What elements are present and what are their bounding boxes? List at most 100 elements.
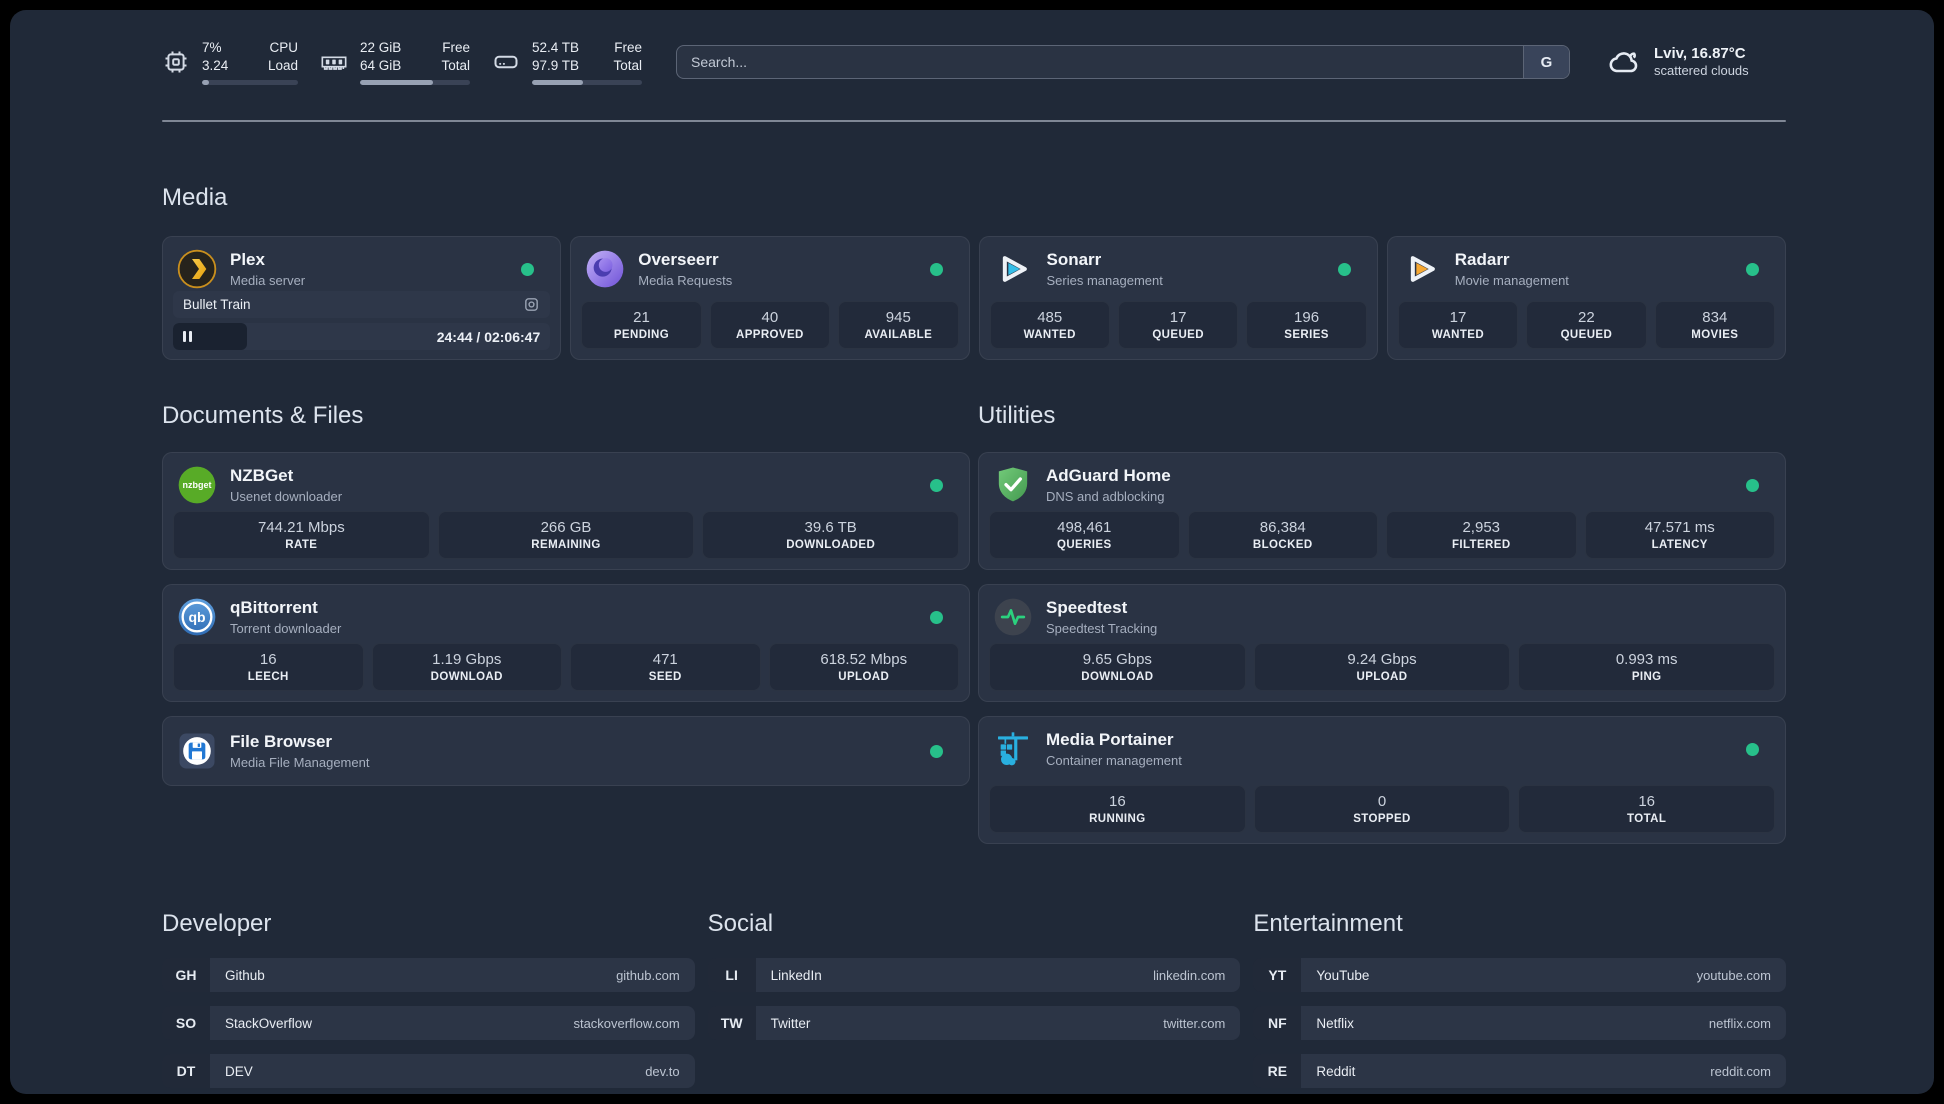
link-abbr: RE	[1253, 1054, 1302, 1088]
stat-tile: 16 RUNNING	[989, 785, 1246, 833]
cpu-icon	[165, 51, 187, 73]
disk-free-label: Free	[614, 40, 642, 56]
card-title: Media Portainer	[1046, 729, 1174, 749]
playback-progress-bar[interactable]: 24:44 / 02:06:47	[173, 323, 551, 350]
stat-tile: 16 LEECH	[173, 643, 364, 691]
card-subtitle: Usenet downloader	[230, 489, 343, 505]
status-dot	[930, 744, 943, 758]
stat-tile: 17 WANTED	[1397, 301, 1519, 349]
card-stats: 16 RUNNING 0 STOPPED 16 TOTAL	[989, 785, 1776, 833]
section-title-utilities: Utilities	[978, 402, 1056, 429]
link-youtube[interactable]: YT YouTube youtube.com	[1253, 958, 1786, 992]
card-stats: 17 WANTED 22 QUEUED 834 MOVIES	[1397, 301, 1776, 349]
link-name: YouTube	[1316, 967, 1370, 983]
card-radarr[interactable]: Radarr Movie management 17 WANTED 22 QUEUE…	[1386, 236, 1786, 360]
nzbget-icon: nzbget	[178, 466, 216, 504]
card-subtitle: Torrent downloader	[230, 621, 342, 637]
dashboard-frame: 7% 3.24 CPU Load 22 GiB 64 GiB Free Tota…	[10, 10, 1934, 1094]
ram-free-value: 22 GiB	[360, 40, 402, 56]
link-name: DEV	[225, 1063, 253, 1079]
status-dot	[929, 262, 943, 276]
header-divider	[162, 120, 1786, 122]
ram-stat: 22 GiB 64 GiB Free Total	[320, 39, 470, 85]
link-name: Github	[225, 967, 265, 983]
card-title: File Browser	[230, 731, 333, 751]
link-linkedin[interactable]: LI LinkedIn linkedin.com	[707, 958, 1241, 992]
link-url: twitter.com	[1163, 1015, 1226, 1031]
status-dot	[1746, 262, 1759, 276]
card-title: Speedtest	[1046, 597, 1128, 617]
card-portainer[interactable]: Media Portainer Container management 16 R…	[978, 716, 1786, 844]
svg-text:qb: qb	[188, 609, 205, 625]
cpu-stat: 7% 3.24 CPU Load	[162, 39, 298, 85]
search-bar: G	[676, 45, 1570, 79]
ram-total-value: 64 GiB	[360, 58, 402, 73]
card-subtitle: Container management	[1046, 753, 1182, 769]
link-netflix[interactable]: NF Netflix netflix.com	[1253, 1006, 1786, 1040]
status-dot	[1337, 262, 1351, 276]
card-stats: 9.65 Gbps DOWNLOAD 9.24 Gbps UPLOAD 0.993 …	[989, 643, 1776, 691]
media-card-grid: Plex Media server Bullet Train 24:44 / 0…	[162, 236, 1786, 360]
top-bar: 7% 3.24 CPU Load 22 GiB 64 GiB Free Tota…	[162, 39, 1786, 85]
link-abbr: NF	[1253, 1006, 1302, 1040]
card-filebrowser[interactable]: File Browser Media File Management	[162, 716, 970, 786]
stat-tile: 485 WANTED	[989, 301, 1110, 349]
stat-tile: 22 QUEUED	[1526, 301, 1647, 349]
link-abbr: YT	[1253, 958, 1302, 992]
stat-tile: 945 AVAILABLE	[838, 301, 959, 349]
link-url: stackoverflow.com	[573, 1015, 680, 1031]
overseerr-icon	[586, 250, 624, 288]
stat-tile: 47.571 ms LATENCY	[1584, 511, 1775, 559]
disk-icon	[494, 55, 518, 69]
link-stackoverflow[interactable]: SO StackOverflow stackoverflow.com	[162, 1006, 695, 1040]
card-sonarr[interactable]: Sonarr Series management 485 WANTED 17 QUE…	[978, 236, 1378, 360]
section-title-media: Media	[162, 184, 228, 211]
cloud-icon	[1609, 52, 1638, 73]
stat-tile: 86,384 BLOCKED	[1187, 511, 1378, 559]
card-subtitle: DNS and adblocking	[1046, 489, 1165, 505]
link-reddit[interactable]: RE Reddit reddit.com	[1253, 1054, 1786, 1088]
link-url: netflix.com	[1708, 1015, 1771, 1031]
stat-tile: 40 APPROVED	[709, 301, 831, 349]
link-name: Reddit	[1316, 1063, 1356, 1079]
ram-progress	[360, 79, 470, 85]
plex-icon	[177, 249, 217, 289]
search-engine-button[interactable]: G	[1523, 46, 1569, 78]
card-speedtest[interactable]: Speedtest Speedtest Tracking 9.65 Gbps DO…	[978, 584, 1786, 702]
link-name: Twitter	[770, 1015, 811, 1031]
link-github[interactable]: GH Github github.com	[162, 958, 695, 992]
link-url: github.com	[616, 967, 680, 983]
pause-icon[interactable]	[183, 331, 192, 342]
card-adguard[interactable]: AdGuard Home DNS and adblocking 498,461 Q…	[978, 452, 1786, 570]
link-twitter[interactable]: TW Twitter twitter.com	[707, 1006, 1241, 1040]
disk-total-value: 97.9 TB	[532, 58, 580, 73]
link-dev[interactable]: DT DEV dev.to	[162, 1054, 695, 1088]
card-subtitle: Movie management	[1454, 273, 1569, 289]
disk-stat: 52.4 TB 97.9 TB Free Total	[492, 39, 642, 85]
media-disc-icon	[525, 298, 539, 311]
disk-progress	[532, 79, 642, 85]
portainer-icon	[998, 732, 1028, 766]
card-qbittorrent[interactable]: qb qBittorrent Torrent downloader 16 LEEC…	[162, 584, 970, 702]
search-input[interactable]	[677, 46, 1523, 78]
card-subtitle: Media Requests	[638, 273, 733, 289]
section-title-documents: Documents & Files	[162, 402, 364, 429]
card-subtitle: Series management	[1046, 273, 1163, 289]
card-title: Radarr	[1454, 249, 1510, 269]
status-dot	[930, 478, 943, 492]
link-name: StackOverflow	[225, 1015, 313, 1031]
card-plex[interactable]: Plex Media server Bullet Train 24:44 / 0…	[162, 236, 562, 360]
card-overseerr[interactable]: Overseerr Media Requests 21 PENDING 40 APP…	[570, 236, 970, 360]
card-stats: 21 PENDING 40 APPROVED 945 AVAILABLE	[581, 301, 959, 349]
link-url: youtube.com	[1696, 967, 1771, 983]
card-nzbget[interactable]: nzbget NZBGet Usenet downloader 744.21 M…	[162, 452, 970, 570]
ram-total-label: Total	[441, 58, 470, 73]
disk-free-value: 52.4 TB	[532, 40, 580, 56]
weather-location-temp: Lviv, 16.87°C	[1654, 44, 1746, 62]
card-subtitle: Speedtest Tracking	[1046, 621, 1158, 637]
disk-total-label: Total	[613, 58, 642, 73]
cpu-load-value: 3.24	[202, 58, 229, 73]
stat-tile: 16 TOTAL	[1518, 785, 1776, 833]
link-abbr: GH	[162, 958, 210, 992]
qbittorrent-icon: qb	[178, 598, 216, 636]
